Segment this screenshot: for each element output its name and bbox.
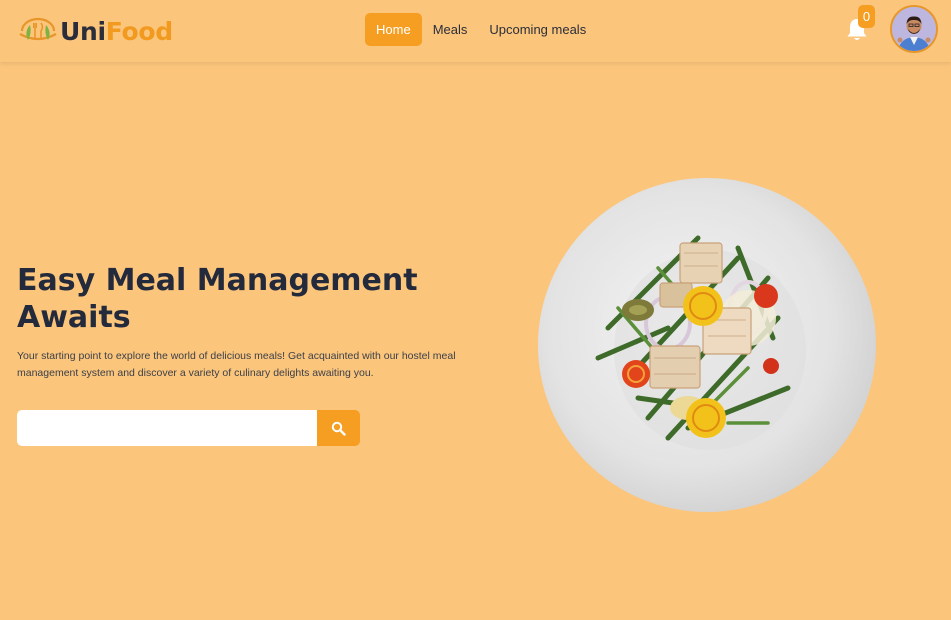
brand-name-part1: Uni	[60, 16, 106, 46]
notification-count-badge: 0	[858, 5, 875, 28]
hero-description: Your starting point to explore the world…	[17, 350, 456, 379]
brand-name: UniFood	[60, 17, 173, 46]
search-input[interactable]	[17, 410, 317, 446]
main-nav: Home Meals Upcoming meals	[365, 13, 597, 46]
search-bar	[17, 410, 360, 446]
brand-logo[interactable]: UniFood	[18, 14, 173, 48]
nav-upcoming-meals-link[interactable]: Upcoming meals	[478, 13, 597, 46]
brand-name-part2: Food	[105, 16, 173, 46]
logo-icon	[19, 17, 57, 41]
nav-home-link[interactable]: Home	[365, 13, 422, 46]
avatar-image	[892, 7, 936, 51]
hero-food-image	[538, 178, 876, 512]
search-icon	[331, 421, 346, 436]
hero-title: Easy Meal Management Awaits	[17, 263, 418, 335]
user-avatar[interactable]	[890, 5, 938, 53]
nav-meals-link[interactable]: Meals	[422, 13, 479, 46]
plated-salad-image	[538, 178, 876, 512]
navbar: UniFood Home Meals Upcoming meals 0	[0, 0, 951, 62]
search-button[interactable]	[317, 410, 360, 446]
